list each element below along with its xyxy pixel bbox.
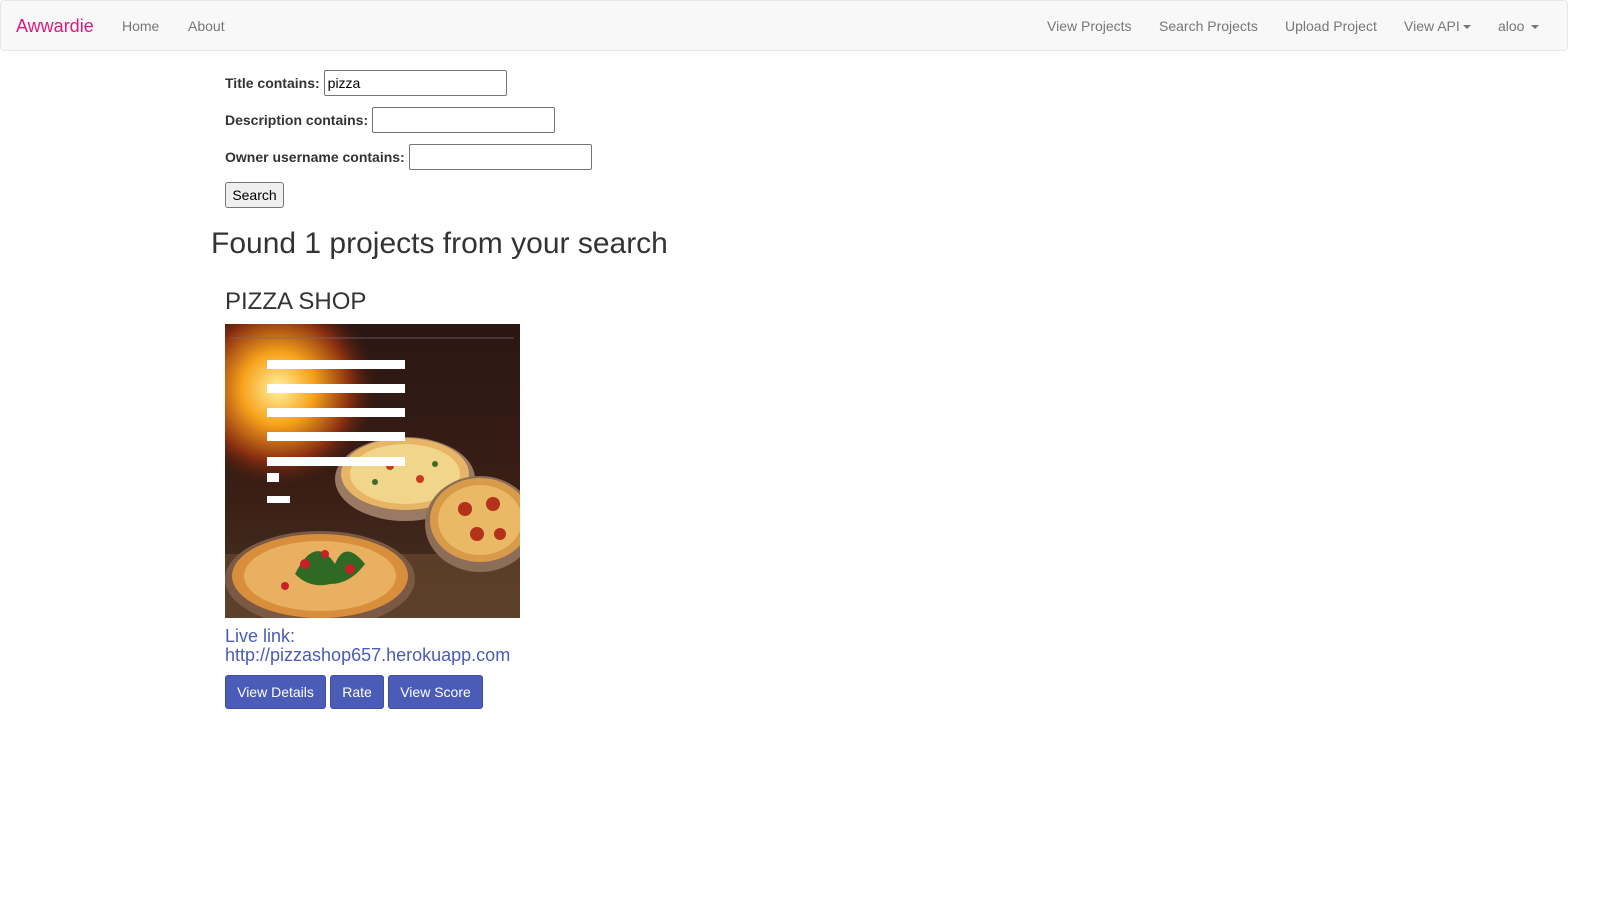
live-link[interactable]: Live link: http://pizzashop657.herokuapp… — [225, 627, 525, 665]
results-heading: Found 1 projects from your search — [211, 227, 668, 260]
chevron-down-icon — [1462, 25, 1471, 30]
nav-view-api-dropdown[interactable]: View API — [1404, 18, 1471, 34]
nav-user-label: aloo — [1498, 18, 1525, 34]
brand-logo[interactable]: Awwardie — [16, 16, 94, 36]
owner-input[interactable] — [408, 144, 592, 170]
project-image — [225, 324, 520, 618]
title-input[interactable] — [323, 70, 507, 96]
nav-user-dropdown[interactable]: aloo — [1498, 18, 1540, 34]
nav-home[interactable]: Home — [122, 18, 159, 34]
live-link-url: http://pizzashop657.herokuapp.com — [225, 645, 511, 665]
nav-view-api-label: View API — [1404, 18, 1460, 34]
nav-about[interactable]: About — [188, 18, 225, 34]
title-label: Title contains: — [225, 75, 320, 91]
nav-upload-project[interactable]: Upload Project — [1285, 18, 1377, 34]
owner-row: Owner username contains: — [225, 144, 592, 170]
live-link-label: Live link: — [225, 626, 296, 646]
title-row: Title contains: — [225, 70, 507, 96]
description-row: Description contains: — [225, 107, 556, 133]
chevron-down-icon — [1531, 25, 1540, 30]
description-label: Description contains: — [225, 112, 369, 128]
description-input[interactable] — [372, 107, 556, 133]
nav-search-projects[interactable]: Search Projects — [1159, 18, 1258, 34]
project-title: PIZZA SHOP — [225, 288, 367, 315]
pizza-shop-screenshot-icon — [225, 324, 520, 618]
nav-view-projects[interactable]: View Projects — [1047, 18, 1132, 34]
navbar: Awwardie Home About View Projects Search… — [0, 0, 1568, 51]
search-button[interactable]: Search — [225, 182, 284, 208]
view-score-button[interactable]: View Score — [388, 675, 483, 709]
view-details-button[interactable]: View Details — [225, 675, 326, 709]
owner-label: Owner username contains: — [225, 149, 405, 165]
rate-button[interactable]: Rate — [330, 675, 384, 709]
